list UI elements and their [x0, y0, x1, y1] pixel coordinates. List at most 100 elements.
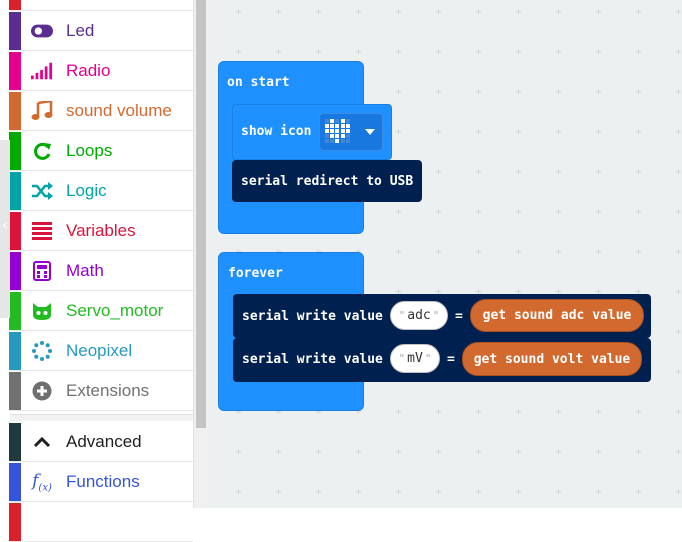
category-color-bar [9, 12, 21, 50]
category-color-bar [9, 52, 21, 90]
grid-mark [596, 129, 601, 134]
reporter-label: get sound volt value [473, 351, 631, 367]
category-variables[interactable]: Variables [9, 212, 193, 251]
grid-mark [476, 249, 481, 254]
serial-write-value-block[interactable]: serial write value " adc " = get sound adc… [233, 294, 651, 338]
grid-mark [596, 449, 601, 454]
grid-mark [436, 169, 441, 174]
serial-write-value-block[interactable]: serial write value " mV " = get sound volt… [233, 338, 651, 382]
grid-mark [636, 409, 641, 414]
category-color-bar [9, 92, 21, 130]
chevron-left-icon[interactable]: ‹ [0, 214, 10, 234]
signal-bars-icon [31, 52, 53, 90]
quote-icon: " [432, 309, 440, 322]
get-sound-volt-value-reporter[interactable]: get sound volt value [462, 342, 642, 376]
grid-mark [396, 129, 401, 134]
category-neopixel[interactable]: Neopixel [9, 332, 193, 371]
grid-mark [436, 449, 441, 454]
grid-mark [636, 449, 641, 454]
serial-write-value-label: serial write value [242, 352, 383, 367]
category-advanced[interactable]: Advanced [9, 423, 193, 462]
grid-mark [556, 129, 561, 134]
name-string-input[interactable]: " mV " [390, 344, 440, 373]
toolbox-divider [10, 414, 193, 421]
grid-mark [556, 89, 561, 94]
grid-mark [636, 9, 641, 14]
grid-mark [436, 9, 441, 14]
category-color-bar [9, 463, 21, 501]
icon-picker-dropdown[interactable] [319, 113, 383, 151]
grid-mark [476, 9, 481, 14]
grid-mark [476, 89, 481, 94]
shuffle-icon [31, 172, 53, 210]
grid-mark [676, 49, 681, 54]
grid-mark [596, 89, 601, 94]
category-math[interactable]: Math [9, 252, 193, 291]
grid-mark [476, 49, 481, 54]
category-logic[interactable]: Logic [9, 172, 193, 211]
category-loops[interactable]: Loops [9, 132, 193, 171]
grid-mark [556, 449, 561, 454]
category-color-bar [9, 212, 21, 250]
toolbox-scrollbar-thumb[interactable] [196, 0, 206, 428]
category-label: Radio [66, 61, 111, 80]
grid-mark [596, 489, 601, 494]
grid-mark [436, 89, 441, 94]
grid-mark [636, 89, 641, 94]
grid-mark [556, 9, 561, 14]
name-string-input[interactable]: " adc " [390, 301, 448, 330]
category-led[interactable]: Led [9, 12, 193, 51]
quote-icon: " [398, 352, 406, 365]
category-sound-volume[interactable]: sound volume [9, 92, 193, 131]
grid-mark [676, 489, 681, 494]
grid-mark [676, 449, 681, 454]
grid-mark [436, 489, 441, 494]
grid-mark [476, 489, 481, 494]
grid-mark [436, 209, 441, 214]
grid-mark [236, 9, 241, 14]
category-color-bar [9, 503, 21, 541]
grid-mark [596, 9, 601, 14]
serial-redirect-block[interactable]: serial redirect to USB [232, 160, 422, 202]
grid-mark [676, 289, 681, 294]
grid-mark [636, 169, 641, 174]
category-extensions[interactable]: Extensions [9, 372, 193, 411]
grid-mark [276, 9, 281, 14]
grid-mark [476, 449, 481, 454]
category-label: Logic [66, 181, 107, 200]
grid-mark [516, 409, 521, 414]
workspace[interactable]: on start show icon serial redirect to US… [209, 0, 682, 508]
grid-mark [436, 49, 441, 54]
category-color-bar [9, 423, 21, 461]
grid-mark [436, 409, 441, 414]
category-radio[interactable]: Radio [9, 52, 193, 91]
grid-mark [516, 49, 521, 54]
show-icon-block[interactable]: show icon [232, 104, 392, 160]
grid-mark [636, 49, 641, 54]
grid-mark [556, 409, 561, 414]
calculator-icon [31, 252, 53, 290]
grid-mark [516, 169, 521, 174]
category-label: Math [66, 261, 104, 280]
grid-mark [516, 249, 521, 254]
category-partial-bottom[interactable] [9, 503, 193, 542]
chevron-up-icon [31, 423, 53, 461]
cat-face-icon [31, 292, 53, 330]
show-icon-label: show icon [241, 124, 312, 139]
category-functions[interactable]: f(x) Functions [9, 463, 193, 502]
get-sound-adc-value-reporter[interactable]: get sound adc value [470, 299, 644, 332]
grid-mark [636, 249, 641, 254]
category-color-bar [9, 372, 21, 410]
category-label: Advanced [66, 432, 142, 451]
plus-circle-icon [31, 372, 53, 410]
loop-arrow-icon [31, 132, 53, 170]
category-partial-top[interactable] [9, 0, 193, 11]
grid-mark [236, 49, 241, 54]
grid-mark [516, 209, 521, 214]
serial-write-value-label: serial write value [242, 309, 383, 324]
grid-mark [676, 409, 681, 414]
name-value: adc [407, 308, 431, 323]
grid-mark [276, 49, 281, 54]
grid-mark [396, 89, 401, 94]
category-servo-motor[interactable]: Servo_motor [9, 292, 193, 331]
